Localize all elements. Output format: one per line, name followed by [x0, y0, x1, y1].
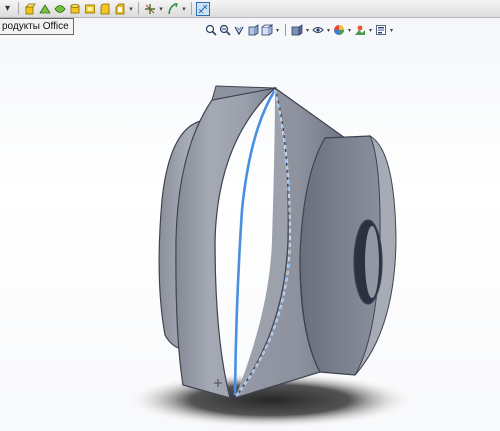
fillet-icon[interactable] — [98, 2, 111, 15]
dropdown-arrow-icon[interactable]: ▾ — [181, 5, 187, 13]
revolved-part[interactable] — [158, 85, 397, 400]
reference-geometry-icon[interactable] — [143, 2, 156, 15]
bore-inner — [365, 226, 379, 298]
dropdown-arrow-icon[interactable]: ▾ — [1, 2, 14, 15]
command-toolbar: ▾ ▾ ▾ ▾ — [0, 0, 500, 18]
cylinder-icon[interactable] — [68, 2, 81, 15]
toolbar-separator — [191, 2, 192, 15]
toolbar-separator — [138, 2, 139, 15]
instant3d-icon[interactable] — [196, 1, 210, 16]
shell-icon[interactable] — [83, 2, 96, 15]
revolve-icon[interactable] — [38, 2, 51, 15]
toolbar-separator — [18, 2, 19, 15]
curves-icon[interactable] — [166, 2, 179, 15]
chamfer-icon[interactable] — [113, 2, 126, 15]
sweep-icon[interactable] — [53, 2, 66, 15]
dropdown-arrow-icon[interactable]: ▾ — [128, 5, 134, 13]
graphics-area[interactable] — [0, 19, 500, 431]
dropdown-arrow-icon[interactable]: ▾ — [158, 5, 164, 13]
extrude-icon[interactable] — [23, 2, 36, 15]
